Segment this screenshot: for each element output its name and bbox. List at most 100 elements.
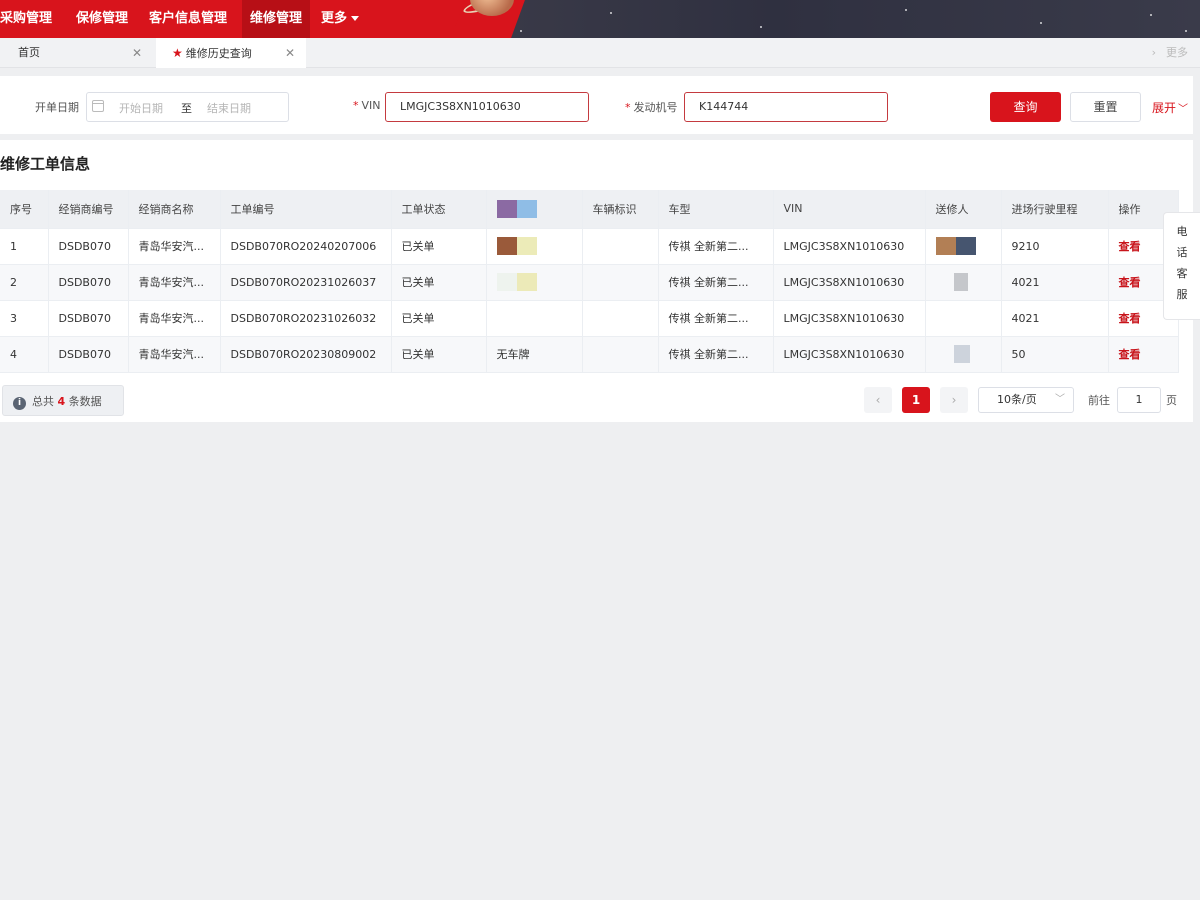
- cell-no: 1: [0, 228, 49, 265]
- cell-mileage: 4021: [1001, 300, 1109, 337]
- chevron-down-icon: ﹀: [1178, 104, 1189, 115]
- cell-order-no: DSDB070RO20230809002: [220, 336, 392, 373]
- cell-order-no: DSDB070RO20231026037: [220, 264, 392, 301]
- chevron-right-icon: ›: [1151, 46, 1156, 59]
- prev-page-button[interactable]: ‹: [864, 387, 892, 413]
- close-icon[interactable]: ✕: [285, 38, 295, 68]
- view-link[interactable]: 查看: [1119, 240, 1141, 253]
- reset-button[interactable]: 重置: [1070, 92, 1141, 122]
- cell-vin: LMGJC3S8XN1010630: [773, 336, 926, 373]
- tab-home-label: 首页: [18, 46, 40, 59]
- cell-sender: [925, 300, 1002, 337]
- col-header-vin: VIN: [773, 190, 926, 229]
- goto-page-input[interactable]: 1: [1117, 387, 1161, 413]
- expand-label: 展开: [1152, 101, 1177, 115]
- end-date-input[interactable]: 结束日期: [207, 100, 251, 116]
- phone-service-button[interactable]: 电 话 客 服: [1163, 212, 1200, 320]
- cell-mileage: 50: [1001, 336, 1109, 373]
- start-date-input[interactable]: 开始日期: [119, 100, 163, 116]
- side-service-char: 客: [1176, 267, 1188, 280]
- cell-vehicle-id: [582, 336, 659, 373]
- cell-vin: LMGJC3S8XN1010630: [773, 300, 926, 337]
- total-count: i 总共 4 条数据: [2, 385, 124, 416]
- cell-status: 已关单: [391, 300, 487, 337]
- search-panel: 开单日期 开始日期 至 结束日期 * VIN LMGJC3S8XN1010630 …: [0, 76, 1193, 134]
- tab-bar: 首页 ✕ ★ 维修历史查询 ✕: [0, 38, 1200, 68]
- cell-plate: [486, 300, 583, 337]
- nav-item-repair[interactable]: 维修管理: [242, 0, 311, 38]
- total-number: 4: [57, 395, 66, 408]
- col-header-plate: [486, 190, 583, 229]
- date-label: 开单日期: [35, 101, 79, 114]
- redacted-mosaic: [953, 345, 970, 363]
- cell-plate: [486, 228, 583, 265]
- table-header-row: 序号 经销商编号 经销商名称 工单编号 工单状态 车辆标识 车型 VIN 送修人…: [0, 190, 1179, 229]
- engine-number-input[interactable]: K144744: [684, 92, 888, 122]
- nav-item-purchase[interactable]: 采购管理: [0, 0, 58, 38]
- col-header-mileage: 进场行驶里程: [1001, 190, 1109, 229]
- vin-label-text: VIN: [361, 99, 381, 112]
- cell-dealer-name: 青岛华安汽...: [128, 336, 221, 373]
- nav-item-warranty[interactable]: 保修管理: [76, 0, 128, 38]
- next-page-button[interactable]: ›: [940, 387, 968, 413]
- star-icon: ★: [172, 46, 183, 60]
- redacted-mosaic: [953, 273, 968, 291]
- cell-vehicle-id: [582, 300, 659, 337]
- cell-no: 4: [0, 336, 49, 373]
- cell-dealer-code: DSDB070: [48, 264, 129, 301]
- total-prefix: 总共: [32, 395, 54, 408]
- cell-plate: 无车牌: [486, 336, 583, 373]
- view-link[interactable]: 查看: [1119, 348, 1141, 361]
- tab-home[interactable]: 首页 ✕: [0, 38, 152, 68]
- cell-vehicle-id: [582, 228, 659, 265]
- total-suffix: 条数据: [68, 395, 102, 408]
- tabbar-more-label: 更多: [1166, 46, 1188, 59]
- cell-sender: [925, 228, 1002, 265]
- page-number[interactable]: 1: [902, 387, 930, 413]
- view-link[interactable]: 查看: [1119, 276, 1141, 289]
- tab-repair-history-label: 维修历史查询: [185, 47, 252, 60]
- cell-status: 已关单: [391, 264, 487, 301]
- goto-suffix: 页: [1166, 394, 1177, 407]
- chevron-right-icon: ›: [951, 393, 957, 407]
- query-button[interactable]: 查询: [990, 92, 1061, 122]
- nav-more-label: 更多: [321, 11, 348, 26]
- expand-toggle[interactable]: 展开 ﹀: [1152, 99, 1188, 116]
- cell-vehicle-id: [582, 264, 659, 301]
- side-service-char: 服: [1176, 288, 1188, 301]
- redacted-mosaic: [496, 273, 537, 291]
- nav-banner-decoration: [488, 0, 1200, 38]
- nav-item-more[interactable]: 更多: [321, 0, 360, 38]
- close-icon[interactable]: ✕: [132, 38, 142, 68]
- view-link[interactable]: 查看: [1119, 312, 1141, 325]
- cell-status: 已关单: [391, 336, 487, 373]
- cell-mileage: 4021: [1001, 264, 1109, 301]
- cell-vin: LMGJC3S8XN1010630: [773, 228, 926, 265]
- col-header-order-no: 工单编号: [220, 190, 392, 229]
- cell-model: 传祺 全新第二...: [658, 228, 774, 265]
- col-header-sender: 送修人: [925, 190, 1002, 229]
- cell-no: 3: [0, 300, 49, 337]
- col-header-no: 序号: [0, 190, 49, 229]
- date-range-picker[interactable]: 开始日期 至 结束日期: [86, 92, 289, 122]
- page-size-select[interactable]: 10条/页 ﹀: [978, 387, 1074, 413]
- tab-repair-history[interactable]: ★ 维修历史查询 ✕: [156, 38, 306, 68]
- redacted-mosaic: [496, 237, 537, 255]
- table-row: 3 DSDB070 青岛华安汽... DSDB070RO20231026032 …: [0, 300, 1179, 337]
- cell-dealer-code: DSDB070: [48, 336, 129, 373]
- col-header-model: 车型: [658, 190, 774, 229]
- cell-dealer-name: 青岛华安汽...: [128, 300, 221, 337]
- nav-item-customer-info[interactable]: 客户信息管理: [149, 0, 227, 38]
- side-service-char: 电: [1176, 225, 1188, 238]
- col-header-vehicle-id: 车辆标识: [582, 190, 659, 229]
- calendar-icon: [92, 100, 104, 112]
- tabbar-more[interactable]: › 更多: [1152, 38, 1188, 68]
- goto-prefix: 前往: [1088, 394, 1110, 407]
- redacted-mosaic: [935, 237, 976, 255]
- vin-input[interactable]: LMGJC3S8XN1010630: [385, 92, 589, 122]
- chevron-left-icon: ‹: [875, 393, 881, 407]
- engine-label: * 发动机号: [625, 101, 678, 114]
- side-service-char: 话: [1176, 246, 1188, 259]
- cell-plate: [486, 264, 583, 301]
- repair-order-table: 序号 经销商编号 经销商名称 工单编号 工单状态 车辆标识 车型 VIN 送修人…: [0, 190, 1179, 373]
